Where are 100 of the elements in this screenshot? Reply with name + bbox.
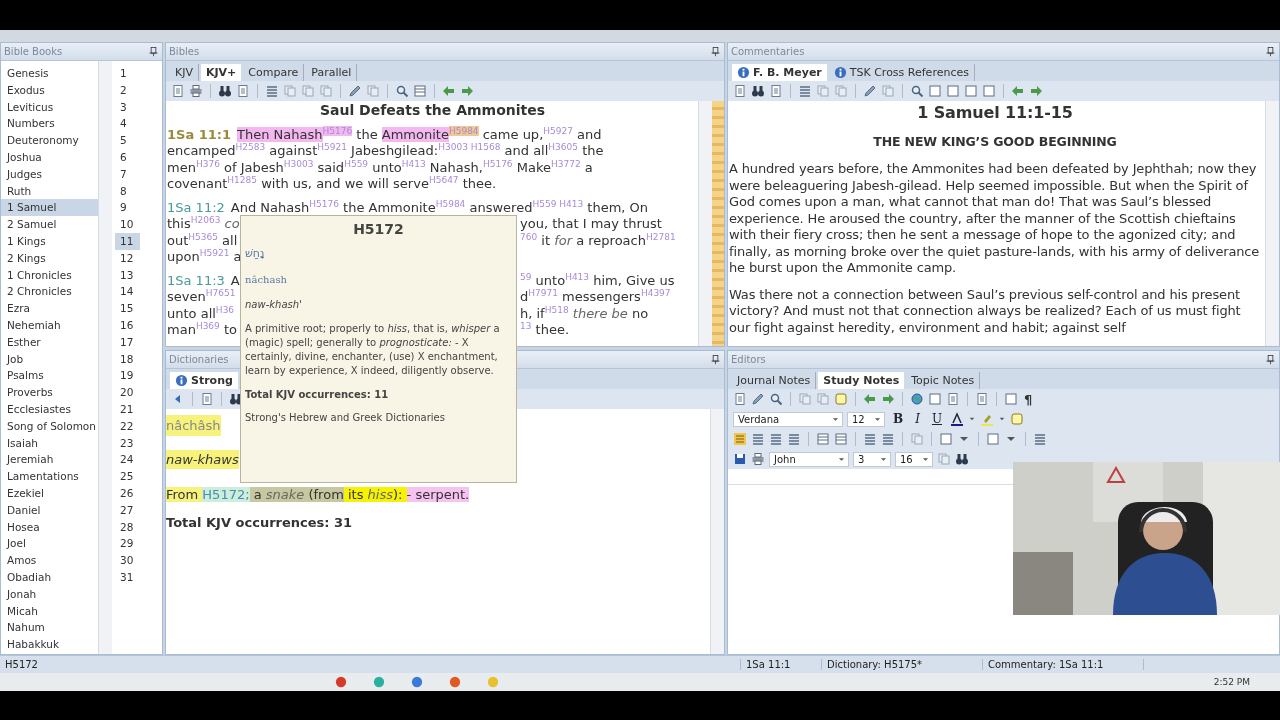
copy-icon[interactable] [283,84,297,98]
format-button[interactable]: I [911,412,924,426]
printer-icon[interactable] [751,452,765,466]
copy-icon[interactable] [816,392,830,406]
chapter-item[interactable]: 13 [115,266,140,284]
chapter-item[interactable]: 18 [115,350,140,368]
search-icon[interactable] [395,84,409,98]
book-item[interactable]: Amos [1,552,98,569]
book-item[interactable]: Habakkuk [1,636,98,653]
book-item[interactable]: 1 Kings [1,232,98,250]
save-icon[interactable] [733,452,747,466]
arrow-left-icon[interactable] [1011,84,1025,98]
square-icon[interactable] [964,84,978,98]
book-item[interactable]: Ezra [1,300,98,317]
caret-icon[interactable] [998,415,1007,423]
book-item[interactable]: 2 Kings [1,249,98,267]
tab[interactable]: Study Notes [818,372,905,389]
format-button[interactable]: U [927,412,947,426]
lines-icon[interactable] [769,432,783,446]
chapter-item[interactable]: 3 [115,98,140,116]
align-left-icon[interactable] [733,432,747,446]
chapter-item[interactable]: 22 [115,417,140,435]
app-icon[interactable] [449,676,461,688]
book-item[interactable]: Deuteronomy [1,132,98,149]
globe-icon[interactable] [910,392,924,406]
caret-icon[interactable] [968,415,977,423]
chapter-item[interactable]: 4 [115,115,140,133]
square-icon[interactable] [982,84,996,98]
arrow-left-icon[interactable] [863,392,877,406]
lines-icon[interactable] [798,84,812,98]
app-icon[interactable] [373,676,385,688]
chapter-item[interactable]: 11 [115,232,140,250]
chapter-item[interactable]: 1 [115,65,140,82]
arrow-right-icon[interactable] [881,392,895,406]
chapter-item[interactable]: 30 [115,552,140,569]
book-item[interactable]: 2 Chronicles [1,283,98,301]
chapter-item[interactable]: 15 [115,300,140,317]
page-icon[interactable] [733,392,747,406]
square-icon[interactable] [928,84,942,98]
book-item[interactable]: Exodus [1,81,98,99]
format-button[interactable]: B [889,412,908,426]
chapter-item[interactable]: 25 [115,468,140,485]
app-icon[interactable] [411,676,423,688]
book-item[interactable]: Psalms [1,367,98,385]
arrow-left-icon[interactable] [442,84,456,98]
pin-icon[interactable] [710,46,721,57]
arrow-right-icon[interactable] [460,84,474,98]
book-dropdown[interactable]: John [769,451,849,467]
pin-icon[interactable] [1265,354,1276,365]
book-item[interactable]: Numbers [1,115,98,133]
book-item[interactable]: Joel [1,535,98,553]
lines-icon[interactable] [751,432,765,446]
chapter-item[interactable]: 26 [115,484,140,502]
app-icon[interactable] [335,676,347,688]
book-item[interactable]: Job [1,350,98,368]
chapter-item[interactable]: 23 [115,434,140,452]
chapter-item[interactable]: 14 [115,283,140,301]
book-item[interactable]: Jeremiah [1,451,98,469]
font-color-icon[interactable] [950,412,965,426]
chapter-item[interactable]: 20 [115,384,140,401]
chapter-item[interactable]: 7 [115,165,140,183]
square-icon[interactable] [986,432,1000,446]
chapter-item[interactable]: 21 [115,400,140,418]
chapter-item[interactable]: 17 [115,333,140,351]
pencil-icon[interactable] [863,84,877,98]
pin-icon[interactable] [710,354,721,365]
chapter-item[interactable]: 16 [115,316,140,334]
highlighter-icon[interactable] [980,412,995,426]
chapter-item[interactable]: 24 [115,451,140,469]
book-item[interactable]: Jonah [1,585,98,603]
chapter-dropdown[interactable]: 3 [853,451,891,467]
book-item[interactable]: Daniel [1,501,98,519]
verse-dropdown[interactable]: 16 [895,451,933,467]
binoculars-icon[interactable] [955,452,969,466]
page-icon[interactable] [975,392,989,406]
copy-icon[interactable] [816,84,830,98]
binoculars-icon[interactable] [218,84,232,98]
page-icon[interactable] [946,392,960,406]
printer-icon[interactable] [189,84,203,98]
copy-icon[interactable] [834,84,848,98]
square-icon[interactable] [928,392,942,406]
chapter-item[interactable]: 6 [115,149,140,166]
book-item[interactable]: Esther [1,333,98,351]
chapter-item[interactable]: 5 [115,132,140,149]
lines-icon[interactable] [1033,432,1047,446]
list-icon[interactable] [816,432,830,446]
paragraph-mark-button[interactable]: ¶ [1022,391,1035,407]
chapter-item[interactable]: 12 [115,249,140,267]
book-item[interactable]: Proverbs [1,384,98,401]
square-icon[interactable] [946,84,960,98]
search-icon[interactable] [769,392,783,406]
chapter-item[interactable]: 28 [115,518,140,536]
chapter-item[interactable]: 2 [115,81,140,99]
book-item[interactable]: 1 Samuel [1,199,98,217]
page-icon[interactable] [769,84,783,98]
book-item[interactable]: 2 Samuel [1,216,98,233]
scrollbar[interactable] [698,101,712,346]
book-item[interactable]: 1 Chronicles [1,266,98,284]
chapter-item[interactable]: 8 [115,182,140,200]
pin-icon[interactable] [148,46,159,57]
